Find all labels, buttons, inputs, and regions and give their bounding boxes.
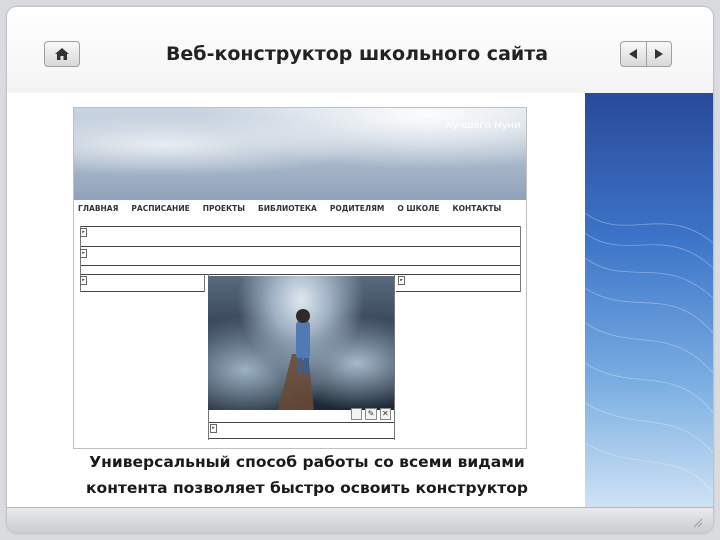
menu-item-parents[interactable]: РОДИТЕЛЯМ: [330, 204, 385, 218]
home-icon: [55, 48, 69, 60]
home-button[interactable]: [44, 41, 80, 67]
caption-line-1: Универсальный способ работы со всеми вид…: [89, 453, 525, 471]
site-menu: ГЛАВНАЯ РАСПИСАНИЕ ПРОЕКТЫ БИБЛИОТЕКА РО…: [74, 204, 526, 218]
page-title: Веб-конструктор школьного сайта: [165, 43, 549, 65]
menu-item-about[interactable]: О ШКОЛЕ: [397, 204, 439, 218]
prev-button[interactable]: [620, 41, 647, 67]
menu-item-projects[interactable]: ПРОЕКТЫ: [203, 204, 245, 218]
slide-frame: Веб-конструктор школьного сайта лучшего …: [7, 7, 713, 533]
checkbox-icon[interactable]: [351, 408, 363, 420]
column-divider: [204, 274, 205, 292]
triangle-left-icon: [629, 49, 638, 59]
photo-toolbar: ✎ ✕: [351, 408, 391, 420]
menu-item-library[interactable]: БИБЛИОТЕКА: [258, 204, 317, 218]
banner-text: лучшего муни: [446, 120, 521, 131]
menu-item-schedule[interactable]: РАСПИСАНИЕ: [131, 204, 189, 218]
menu-item-home[interactable]: ГЛАВНАЯ: [78, 204, 118, 218]
column-divider: [394, 274, 395, 440]
next-button[interactable]: [646, 41, 672, 67]
block-handle[interactable]: ▸: [80, 276, 87, 285]
content-photo: [208, 276, 394, 410]
caption-line-2: контента позволяет быстро освоить констр…: [86, 479, 528, 497]
resize-grip-icon[interactable]: [691, 516, 703, 528]
block-divider: [208, 422, 394, 423]
block-divider: [396, 291, 520, 292]
block-divider: [80, 265, 520, 266]
site-banner: лучшего муни: [74, 108, 526, 200]
edit-icon[interactable]: ✎: [365, 408, 377, 420]
menu-item-contacts[interactable]: КОНТАКТЫ: [453, 204, 502, 218]
block-divider: [80, 274, 520, 275]
footer-bar: [7, 507, 713, 533]
close-icon[interactable]: ✕: [379, 408, 391, 420]
block-divider: [208, 438, 394, 439]
block-divider: [80, 226, 520, 227]
header-bar: Веб-конструктор школьного сайта: [7, 7, 713, 93]
block-divider: [80, 246, 520, 247]
block-handle[interactable]: ▸: [210, 424, 217, 433]
slide-nav: [620, 41, 672, 67]
website-screenshot: лучшего муни ГЛАВНАЯ РАСПИСАНИЕ ПРОЕКТЫ …: [73, 107, 527, 449]
decorative-wave-panel: [585, 93, 713, 507]
block-handle[interactable]: ▸: [398, 276, 405, 285]
photo-pier-scene: [278, 309, 314, 410]
triangle-right-icon: [654, 49, 663, 59]
block-divider: [80, 291, 204, 292]
column-divider: [520, 226, 521, 292]
caption-text: Универсальный способ работы со всеми вид…: [47, 449, 567, 501]
slide-content: лучшего муни ГЛАВНАЯ РАСПИСАНИЕ ПРОЕКТЫ …: [7, 93, 713, 507]
wave-lines-graphic: [585, 212, 713, 494]
block-handle[interactable]: ▸: [80, 228, 87, 237]
block-handle[interactable]: ▸: [80, 249, 87, 258]
